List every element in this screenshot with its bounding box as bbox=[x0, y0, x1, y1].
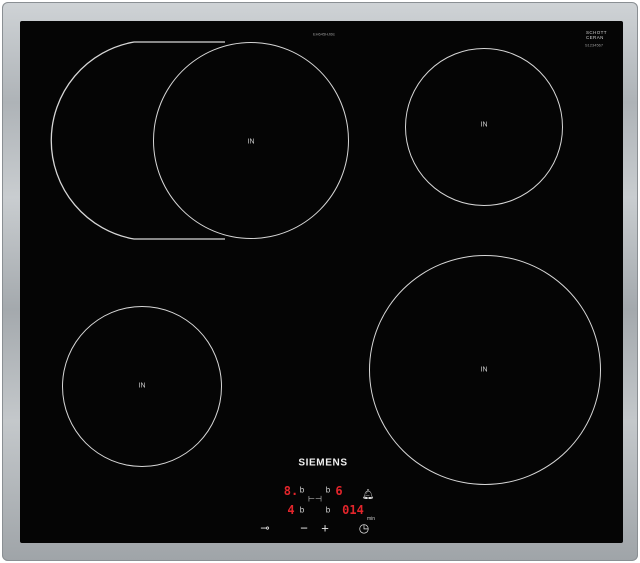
minus-key[interactable]: − bbox=[300, 521, 308, 536]
power-level-display-top-right: 6 bbox=[335, 484, 343, 498]
glass-brand-logo: SCHOTT CERAN bbox=[586, 30, 607, 40]
serial-text: S1234567 bbox=[584, 42, 604, 48]
zone-label: IN bbox=[138, 382, 146, 390]
flex-zone-icon[interactable]: ⊢⊣ bbox=[308, 495, 322, 504]
cooktop-frame: IN IN IN IN EH645HJ6E SCHOTT CERAN S1234… bbox=[2, 2, 638, 561]
zone-label: IN bbox=[480, 121, 488, 129]
glass-surface: IN IN IN IN EH645HJ6E SCHOTT CERAN S1234… bbox=[20, 21, 623, 543]
bell-icon[interactable]: 🔔︎ bbox=[362, 490, 375, 501]
model-code: EH645HJ6E bbox=[312, 31, 336, 37]
booster-indicator-top-right: b bbox=[325, 485, 331, 495]
booster-indicator-bottom-left: b bbox=[299, 505, 305, 515]
power-level-display-bottom-left: 4 bbox=[287, 503, 295, 517]
timer-display: 014 bbox=[342, 503, 364, 517]
timer-key[interactable]: ◷ bbox=[359, 521, 369, 535]
booster-indicator-bottom-right: b bbox=[325, 505, 331, 515]
power-level-display-top-left: 8. bbox=[283, 484, 299, 498]
booster-indicator-top-left: b bbox=[299, 485, 305, 495]
zone-label: IN bbox=[247, 138, 255, 146]
plus-key[interactable]: + bbox=[321, 521, 329, 536]
siemens-brand: SIEMENS bbox=[298, 457, 348, 469]
lock-key[interactable]: ⊸ bbox=[260, 522, 269, 535]
glass-brand-line2: CERAN bbox=[586, 35, 604, 40]
zone-label: IN bbox=[480, 366, 488, 374]
